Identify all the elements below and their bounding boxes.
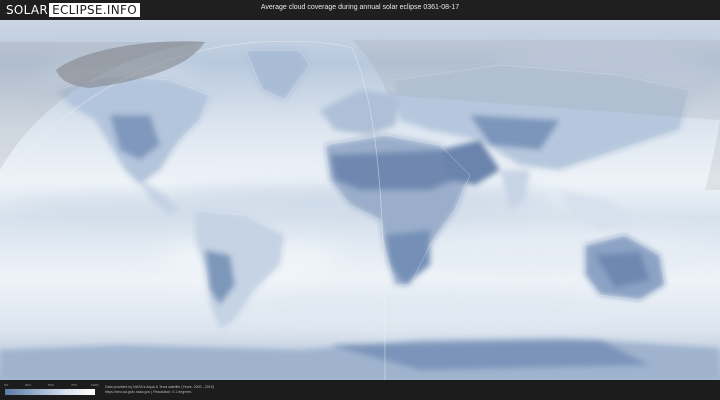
legend-tick-100: 100% [91, 383, 99, 387]
data-credit: Data provided by NASA's Aqua & Terra sat… [105, 385, 214, 395]
legend-tick-0: 0% [4, 383, 9, 387]
cloud-coverage-legend-bar [5, 389, 95, 395]
logo-text-solar: SOLAR [6, 3, 49, 17]
credit-line-2: https://neo.sci.gsfc.nasa.gov | Resoluti… [105, 390, 192, 394]
cloud-coverage-map [0, 20, 720, 380]
world-map-svg [0, 20, 720, 380]
map-title: Average cloud coverage during annual sol… [260, 4, 460, 11]
legend-tick-50: 50% [48, 383, 55, 387]
footer-bar: 0% 25% 50% 75% 100% Data provided by NAS… [0, 380, 720, 400]
site-logo[interactable]: SOLAR ECLIPSE.INFO [6, 2, 140, 18]
header-bar: SOLAR ECLIPSE.INFO Average cloud coverag… [0, 0, 720, 20]
legend-ticks: 0% 25% 50% 75% 100% [4, 383, 99, 388]
logo-text-eclipse-info: ECLIPSE.INFO [49, 3, 140, 17]
legend-tick-75: 75% [71, 383, 78, 387]
legend-tick-25: 25% [25, 383, 32, 387]
